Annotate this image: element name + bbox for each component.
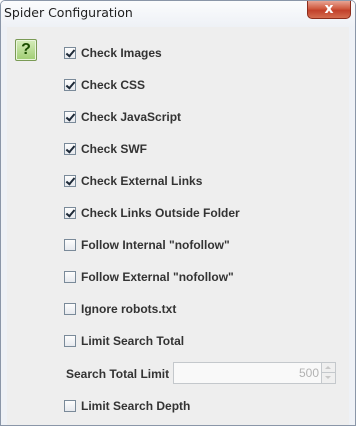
search-total-limit-label: Search Total Limit bbox=[66, 367, 170, 381]
option-check-javascript[interactable]: Check JavaScript bbox=[64, 109, 181, 125]
search-total-limit-spinner[interactable]: 500 bbox=[173, 362, 336, 384]
option-check-css[interactable]: Check CSS bbox=[64, 77, 145, 93]
limit-search-depth-label: Limit Search Depth bbox=[81, 399, 191, 413]
ignore-robots-txt-checkbox[interactable] bbox=[64, 303, 76, 315]
follow-internal-nofollow-label: Follow Internal "nofollow" bbox=[81, 238, 230, 252]
option-limit-search-depth[interactable]: Limit Search Depth bbox=[64, 398, 190, 414]
option-follow-external-nofollow[interactable]: Follow External "nofollow" bbox=[64, 269, 234, 285]
follow-external-nofollow-label: Follow External "nofollow" bbox=[81, 270, 234, 284]
check-images-label: Check Images bbox=[81, 46, 162, 60]
limit-search-total-checkbox[interactable] bbox=[64, 335, 76, 347]
option-check-links-outside-folder[interactable]: Check Links Outside Folder bbox=[64, 205, 240, 221]
spinner-decrement-button[interactable] bbox=[321, 373, 335, 383]
spider-configuration-window: Spider Configuration x ? Check Images Ch… bbox=[0, 0, 356, 426]
check-swf-checkbox[interactable] bbox=[64, 143, 76, 155]
check-images-checkbox[interactable] bbox=[64, 47, 76, 59]
title-bar: Spider Configuration x bbox=[1, 1, 355, 27]
configuration-panel: ? Check Images Check CSS Check JavaScrip… bbox=[7, 27, 349, 425]
check-links-outside-folder-label: Check Links Outside Folder bbox=[81, 206, 240, 220]
ignore-robots-txt-label: Ignore robots.txt bbox=[81, 302, 177, 316]
check-external-links-checkbox[interactable] bbox=[64, 175, 76, 187]
check-links-outside-folder-checkbox[interactable] bbox=[64, 207, 76, 219]
check-css-label: Check CSS bbox=[81, 78, 146, 92]
window-title: Spider Configuration bbox=[4, 5, 133, 20]
check-external-links-label: Check External Links bbox=[81, 174, 203, 188]
limit-search-total-label: Limit Search Total bbox=[81, 334, 185, 348]
check-javascript-checkbox[interactable] bbox=[64, 111, 76, 123]
help-icon[interactable]: ? bbox=[15, 39, 37, 61]
option-ignore-robots-txt[interactable]: Ignore robots.txt bbox=[64, 301, 176, 317]
spinner-increment-button[interactable] bbox=[321, 363, 335, 373]
option-limit-search-total[interactable]: Limit Search Total bbox=[64, 333, 184, 349]
option-check-images[interactable]: Check Images bbox=[64, 45, 162, 61]
option-follow-internal-nofollow[interactable]: Follow Internal "nofollow" bbox=[64, 237, 230, 253]
check-javascript-label: Check JavaScript bbox=[81, 110, 182, 124]
option-check-external-links[interactable]: Check External Links bbox=[64, 173, 202, 189]
follow-internal-nofollow-checkbox[interactable] bbox=[64, 239, 76, 251]
close-button[interactable]: x bbox=[307, 1, 351, 19]
search-total-limit-value: 500 bbox=[298, 366, 319, 380]
follow-external-nofollow-checkbox[interactable] bbox=[64, 271, 76, 283]
check-swf-label: Check SWF bbox=[81, 142, 148, 156]
check-css-checkbox[interactable] bbox=[64, 79, 76, 91]
limit-search-depth-checkbox[interactable] bbox=[64, 400, 76, 412]
option-check-swf[interactable]: Check SWF bbox=[64, 141, 147, 157]
